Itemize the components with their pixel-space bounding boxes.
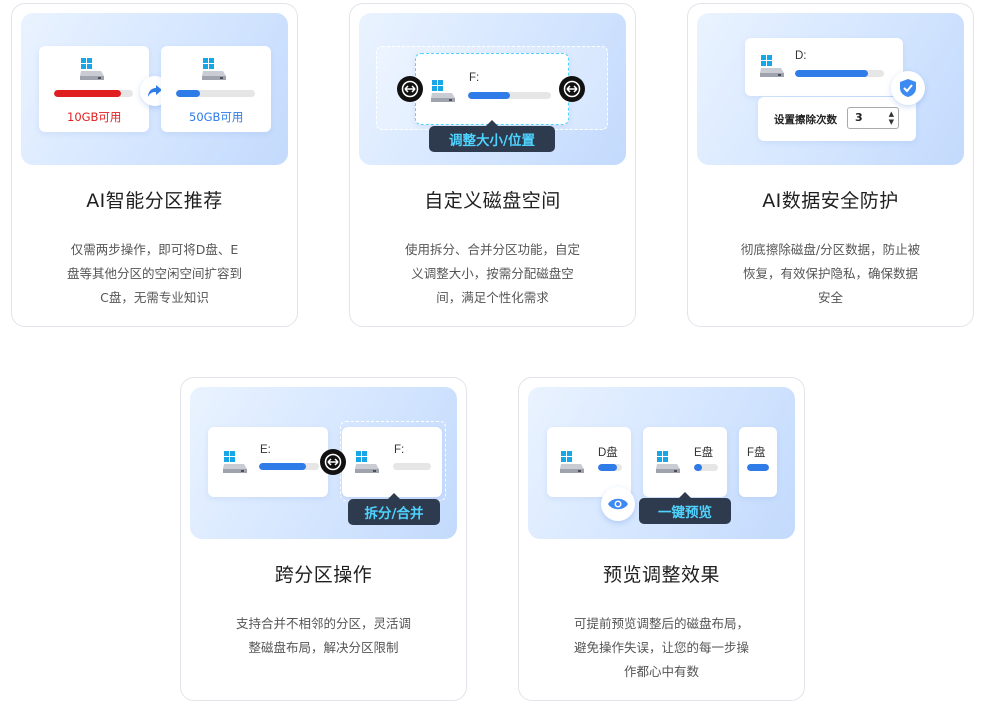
- card-title: 自定义磁盘空间: [424, 190, 561, 212]
- drive-icon: [655, 451, 681, 475]
- drive-label: E盘: [694, 447, 714, 459]
- drive-card-source: 10GB可用: [39, 46, 149, 132]
- drive-label: D盘: [598, 447, 618, 459]
- resize-move-tag[interactable]: 调整大小/位置: [429, 126, 555, 152]
- usage-bar: [598, 464, 622, 471]
- feature-card-preview: D盘 E盘 F盘 一键预览 预览调整效果 可提前预览调整后的磁盘布局，避免操作失…: [518, 377, 805, 701]
- drive-card: D:: [745, 38, 903, 96]
- usage-bar: [795, 70, 884, 77]
- erase-count-label: 设置擦除次数: [774, 114, 837, 126]
- drive-card-target: 50GB可用: [161, 46, 271, 132]
- usage-bar: [694, 464, 718, 471]
- move-arrows-icon[interactable]: [320, 449, 346, 475]
- feature-card-data-security: D: 设置擦除次数 3 ▲ ▼ AI数据安全防护 彻底擦除磁盘/分区数据，防止被恢…: [687, 3, 974, 327]
- drive-label: F:: [394, 444, 405, 456]
- illustration-panel: D: 设置擦除次数 3 ▲ ▼: [697, 13, 964, 165]
- card-title: AI智能分区推荐: [86, 190, 223, 212]
- card-title: AI数据安全防护: [762, 190, 899, 212]
- drive-icon: [759, 55, 785, 79]
- drive-card: F:: [415, 53, 569, 125]
- drive-icon: [222, 451, 248, 475]
- eye-icon[interactable]: [601, 487, 635, 521]
- card-title: 跨分区操作: [274, 564, 373, 586]
- drive-card-e: E:: [208, 427, 328, 497]
- usage-bar: [393, 463, 431, 470]
- usage-bar: [259, 463, 319, 470]
- card-description: 可提前预览调整后的磁盘布局，避免操作失误，让您的每一步操作都心中有数: [573, 616, 749, 679]
- resize-handle-right-icon[interactable]: [559, 76, 585, 102]
- drive-icon: [559, 451, 585, 475]
- drive-icon: [79, 58, 105, 82]
- erase-count-value: 3: [855, 111, 863, 124]
- free-space-caption: 50GB可用: [189, 110, 244, 124]
- drive-card-f: F盘: [739, 427, 777, 497]
- drive-label: F盘: [747, 447, 766, 459]
- drive-icon: [201, 58, 227, 82]
- drive-card-f: F:: [342, 427, 442, 497]
- illustration-panel: E: F: 拆分/合并: [190, 387, 457, 539]
- feature-card-ai-partition: 10GB可用 50GB可用 AI智能分区推荐 仅需两步操作，即可将D盘、E盘等其…: [11, 3, 298, 327]
- split-merge-tag[interactable]: 拆分/合并: [348, 499, 440, 525]
- drive-label: E:: [260, 444, 271, 456]
- card-description: 使用拆分、合并分区功能，自定义调整大小，按需分配磁盘空间，满足个性化需求: [404, 242, 580, 305]
- feature-card-custom-space: F: 调整大小/位置 自定义磁盘空间 使用拆分、合并分区功能，自定义调整大小，按…: [349, 3, 636, 327]
- resize-handle-left-icon[interactable]: [397, 76, 423, 102]
- erase-count-stepper[interactable]: 3 ▲ ▼: [847, 107, 899, 129]
- card-title: 预览调整效果: [602, 564, 720, 586]
- illustration-panel: F: 调整大小/位置: [359, 13, 626, 165]
- drive-label: D:: [795, 50, 807, 62]
- usage-bar: [176, 90, 255, 97]
- usage-bar: [468, 92, 551, 99]
- usage-bar: [747, 464, 769, 471]
- one-click-preview-tag[interactable]: 一键预览: [639, 498, 731, 524]
- drive-icon: [354, 451, 380, 475]
- free-space-caption: 10GB可用: [67, 110, 122, 124]
- drive-label: F:: [469, 72, 480, 84]
- feature-card-cross-partition: E: F: 拆分/合并 跨分区操作 支持合并不相邻的分区，灵活调整磁盘布局，解决…: [180, 377, 467, 701]
- card-description: 彻底擦除磁盘/分区数据，防止被恢复，有效保护隐私，确保数据安全: [740, 242, 921, 305]
- illustration-panel: D盘 E盘 F盘 一键预览: [528, 387, 795, 539]
- illustration-panel: 10GB可用 50GB可用: [21, 13, 288, 165]
- shield-check-icon: [891, 71, 925, 105]
- usage-bar: [54, 90, 133, 97]
- erase-settings-box: 设置擦除次数 3 ▲ ▼: [758, 97, 916, 141]
- drive-card-e: E盘: [643, 427, 727, 497]
- card-description: 支持合并不相邻的分区，灵活调整磁盘布局，解决分区限制: [235, 616, 411, 655]
- card-description: 仅需两步操作，即可将D盘、E盘等其他分区的空闲空间扩容到C盘，无需专业知识: [66, 242, 242, 305]
- stepper-arrows-icon[interactable]: ▲ ▼: [889, 110, 894, 126]
- drive-icon: [430, 80, 456, 104]
